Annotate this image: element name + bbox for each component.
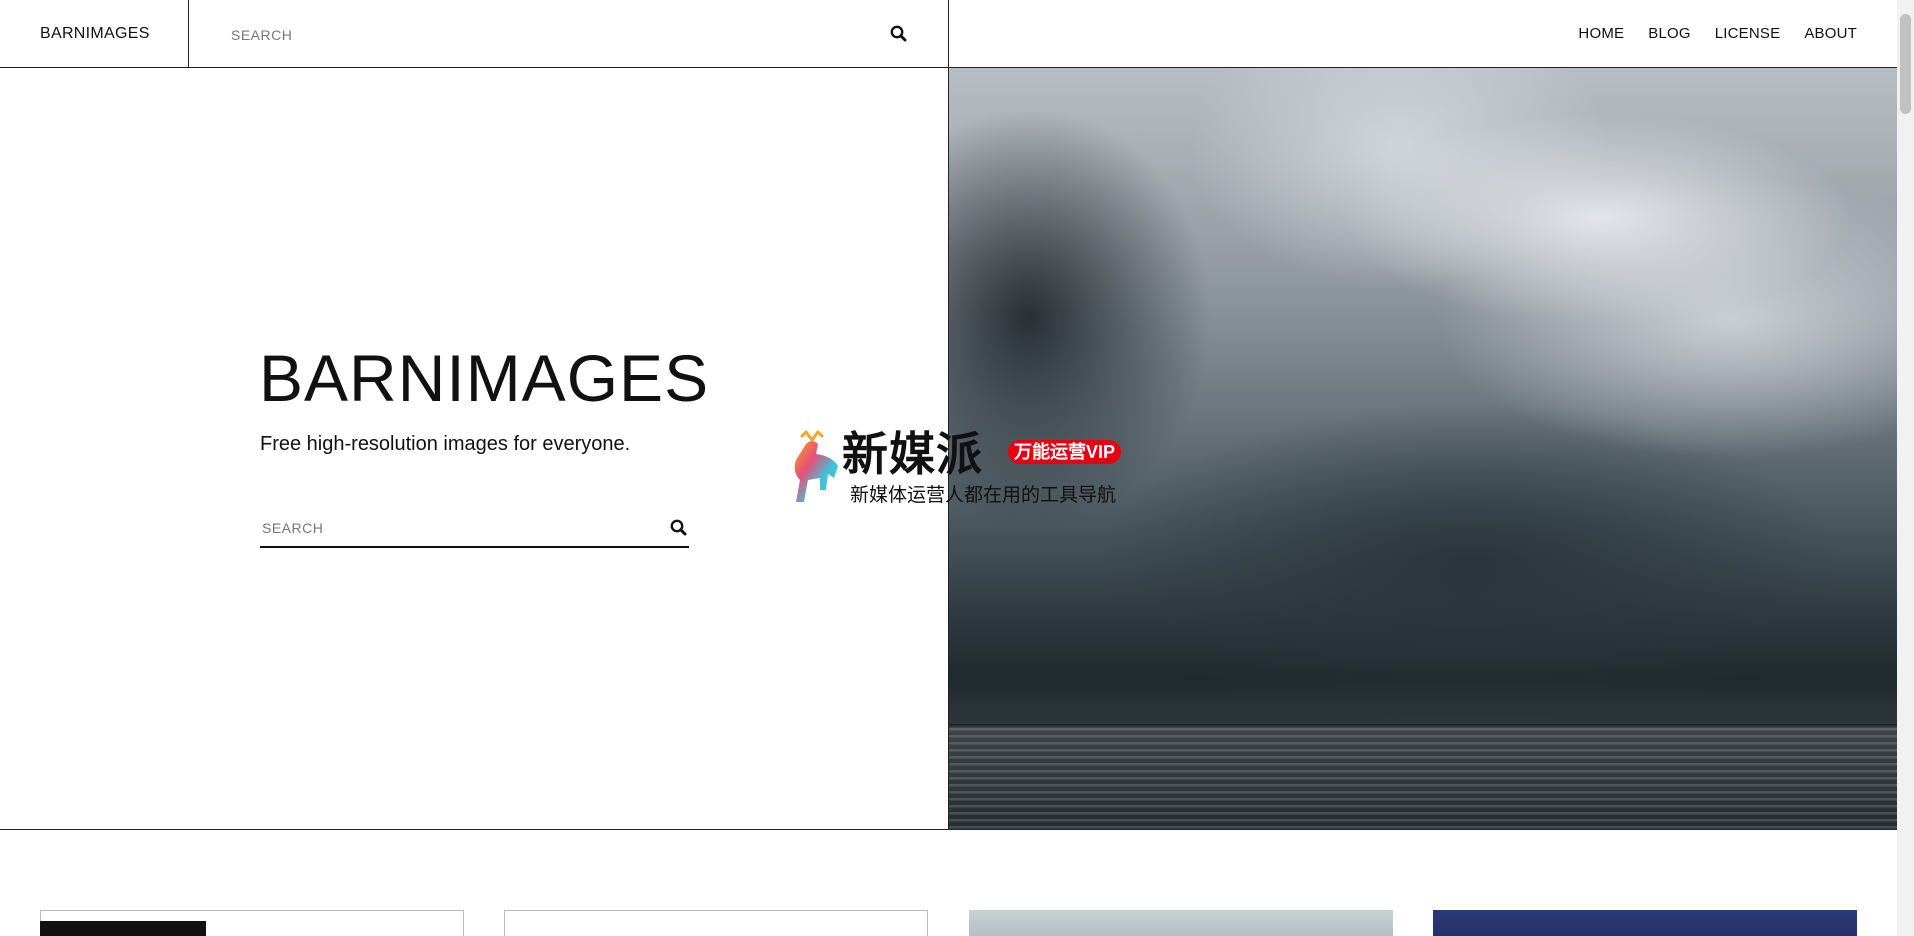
hero-title: BARNIMAGES — [259, 341, 710, 415]
main-nav: HOME BLOG LICENSE ABOUT — [1578, 0, 1857, 67]
gallery-thumbnail[interactable] — [1433, 910, 1857, 936]
hero-search — [260, 502, 689, 548]
watermark-overlay: 新媒派 万能运营VIP 新媒体运营人都在用的工具导航 — [782, 428, 1132, 508]
page-scrollbar[interactable] — [1897, 0, 1914, 936]
header-search — [189, 0, 949, 67]
watermark-badge: 万能运营VIP — [1008, 440, 1122, 464]
scrollbar-thumb[interactable] — [1900, 14, 1911, 114]
hero-search-input[interactable] — [260, 516, 644, 540]
nav-blog[interactable]: BLOG — [1648, 25, 1690, 42]
search-icon[interactable] — [669, 518, 689, 538]
header-search-input[interactable] — [229, 22, 833, 48]
watermark-caption: 新媒体运营人都在用的工具导航 — [850, 485, 1117, 506]
deer-logo-icon — [782, 430, 844, 513]
nav-license[interactable]: LICENSE — [1715, 25, 1781, 42]
site-logo[interactable]: BARNIMAGES — [0, 0, 189, 67]
gallery-thumbnail[interactable] — [969, 910, 1393, 936]
nav-about[interactable]: ABOUT — [1804, 25, 1857, 42]
search-icon[interactable] — [889, 24, 909, 44]
watermark-title: 新媒派 — [842, 428, 983, 480]
hero-subtitle: Free high-resolution images for everyone… — [260, 433, 631, 455]
top-navbar: BARNIMAGES HOME BLOG LICENSE ABOUT — [0, 0, 1897, 68]
nav-home[interactable]: HOME — [1578, 25, 1624, 42]
sea-surface — [949, 728, 1897, 830]
gallery-thumbnail[interactable] — [504, 910, 928, 936]
thumbnail-overlay — [40, 921, 206, 936]
